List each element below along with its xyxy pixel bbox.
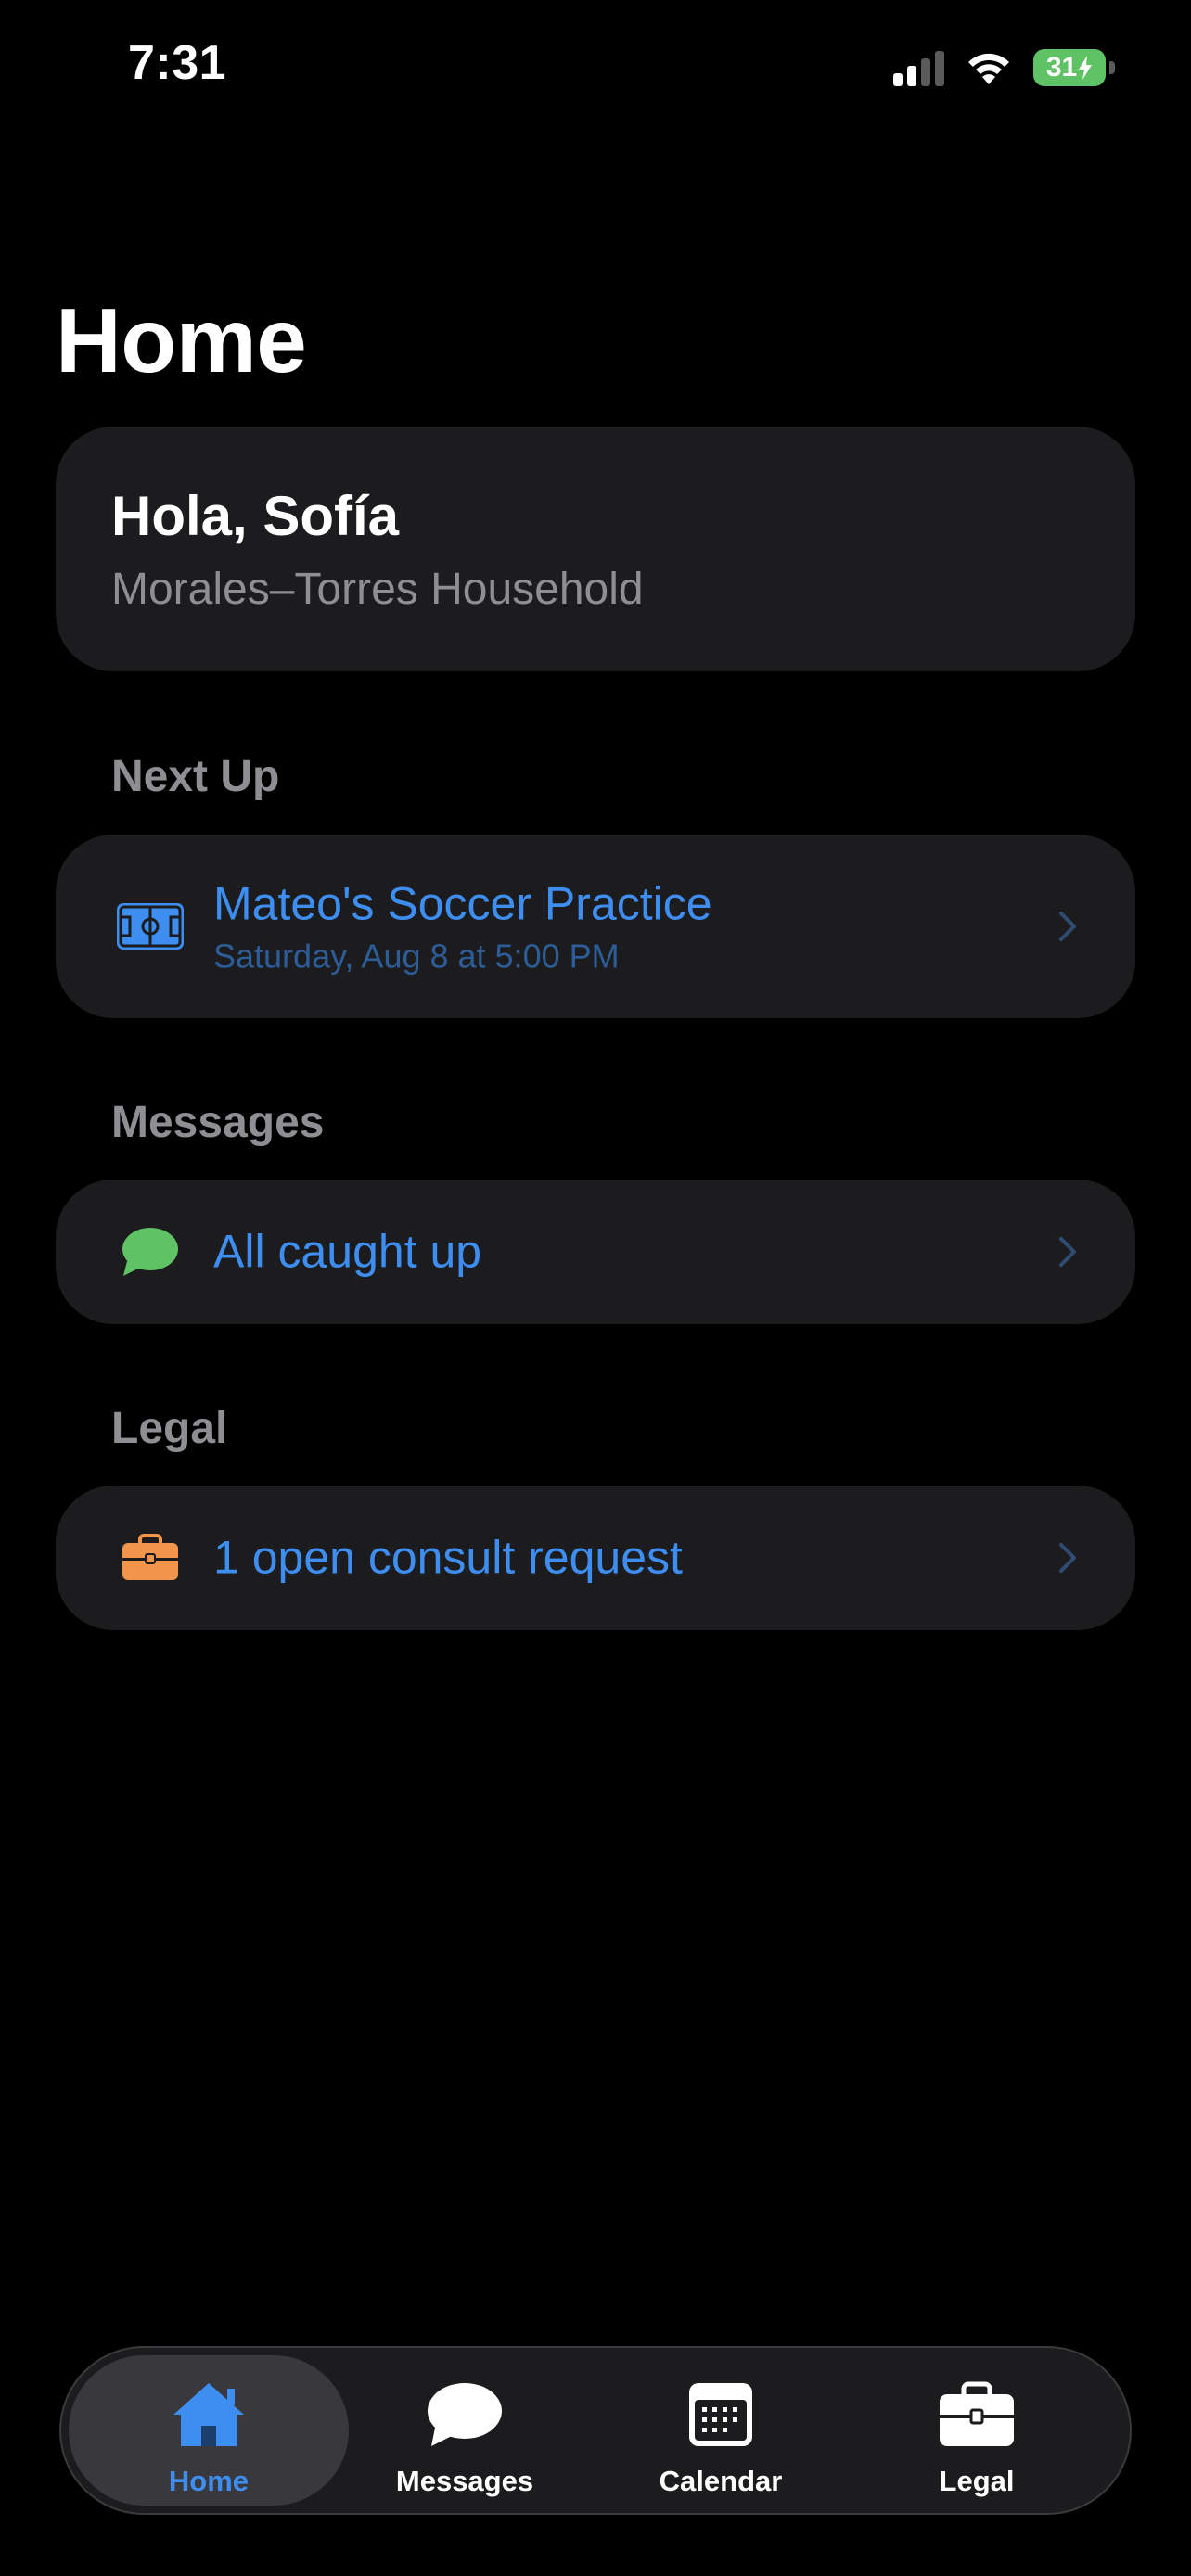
house-icon [173,2383,244,2446]
messages-row[interactable]: All caught up [56,1180,1135,1324]
status-time: 7:31 [128,36,227,90]
chat-bubble-icon [117,1218,184,1285]
tab-calendar[interactable]: Calendar [581,2355,861,2506]
status-bar: 7:31 31 [0,0,1191,139]
status-indicators: 31 [893,45,1115,91]
greeting-title: Hola, Sofía [111,485,400,547]
tab-bar: Home Messages Calendar Legal [59,2346,1132,2515]
battery-charging-icon: 31 [1033,49,1106,86]
soccer-field-icon [117,893,184,960]
chevron-right-icon [1059,1543,1076,1573]
chevron-right-icon [1059,912,1076,941]
messages-text: All caught up [213,1225,481,1279]
tab-label: Home [168,2465,250,2497]
messages-status: All caught up [213,1225,482,1278]
tab-legal[interactable]: Legal [837,2355,1117,2506]
greeting-card: Hola, Sofía Morales–Torres Household [56,427,1135,671]
section-header-legal: Legal [111,1404,228,1453]
chevron-right-icon [1059,1237,1076,1267]
tab-label: Legal [939,2465,1015,2497]
battery-percent: 31 [1045,52,1078,83]
household-name: Morales–Torres Household [111,565,644,614]
event-text: Mateo's Soccer Practice Saturday, Aug 8 … [213,877,712,976]
signal-icon [893,49,944,86]
tab-messages[interactable]: Messages [325,2355,605,2506]
event-datetime: Saturday, Aug 8 at 5:00 PM [213,936,620,975]
next-up-event-row[interactable]: Mateo's Soccer Practice Saturday, Aug 8 … [56,835,1135,1018]
event-title: Mateo's Soccer Practice [213,877,712,930]
legal-status: 1 open consult request [213,1531,683,1584]
page-title: Home [56,289,307,391]
chat-bubble-icon [428,2383,502,2446]
section-header-messages: Messages [111,1098,325,1147]
calendar-icon [689,2383,752,2446]
tab-home[interactable]: Home [69,2355,349,2506]
tab-label: Messages [395,2465,534,2497]
legal-text: 1 open consult request [213,1531,683,1585]
briefcase-icon [117,1524,184,1591]
briefcase-icon [940,2381,1014,2446]
tab-label: Calendar [659,2465,783,2497]
section-header-next-up: Next Up [111,752,280,801]
wifi-icon [968,53,1009,84]
legal-row[interactable]: 1 open consult request [56,1486,1135,1630]
